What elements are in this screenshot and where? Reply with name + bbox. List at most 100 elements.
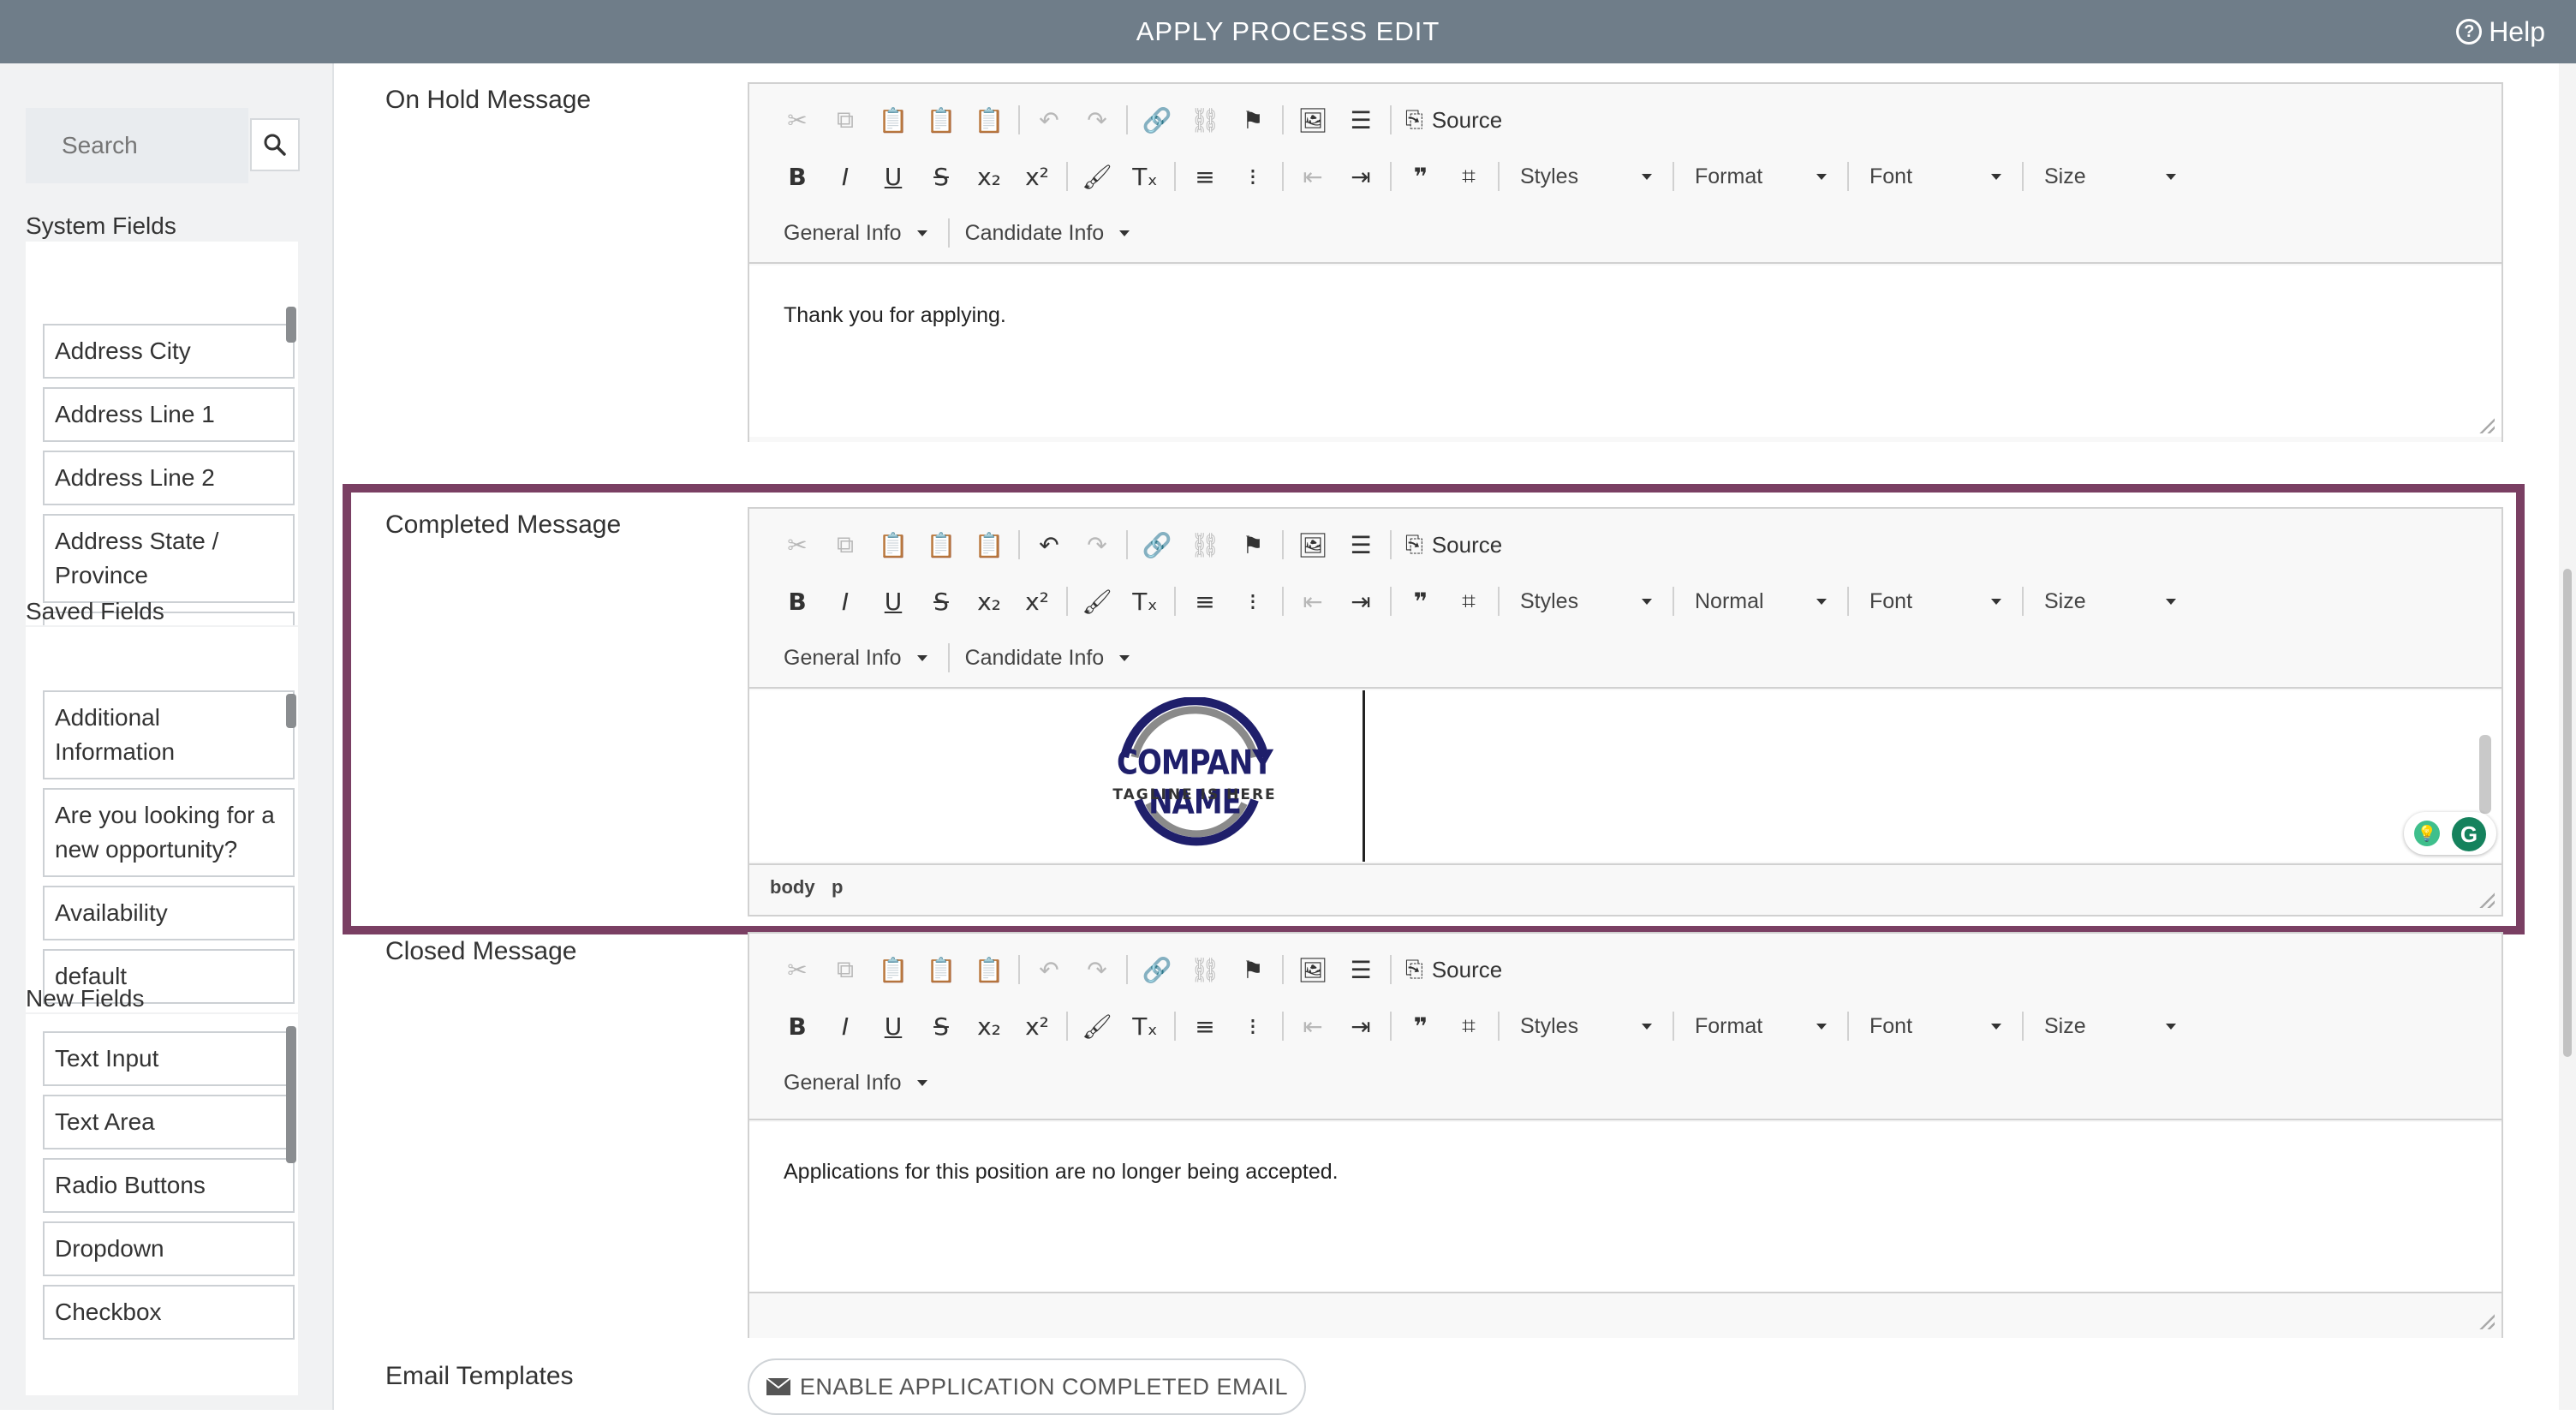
indent-icon[interactable]: ⇥	[1337, 155, 1385, 198]
styles-dropdown[interactable]: Styles	[1505, 1005, 1667, 1048]
copy-icon[interactable]: ⧉	[821, 948, 869, 991]
envelope-icon	[766, 1377, 791, 1395]
subscript-icon[interactable]: x₂	[965, 155, 1013, 198]
search-button[interactable]	[250, 118, 300, 171]
format-dropdown[interactable]: Format	[1679, 155, 1842, 198]
general-info-menu[interactable]: General Info	[773, 1061, 943, 1104]
field-item-address-state[interactable]: Address State / Province	[43, 514, 295, 603]
field-item-availability[interactable]: Availability	[43, 886, 295, 940]
unlink-icon[interactable]: ⛓	[1181, 948, 1229, 991]
field-item-radio-buttons[interactable]: Radio Buttons	[43, 1158, 295, 1213]
strikethrough-icon[interactable]: S	[917, 155, 965, 198]
italic-icon[interactable]: I	[821, 1005, 869, 1048]
subscript-icon[interactable]: x₂	[965, 1005, 1013, 1048]
field-item-text-input[interactable]: Text Input	[43, 1031, 295, 1086]
cut-icon[interactable]: ✂	[773, 99, 821, 141]
image-icon[interactable]: 🖼	[1289, 948, 1337, 991]
paste-text-icon[interactable]: 📋	[917, 948, 965, 991]
styles-dropdown[interactable]: Styles	[1505, 155, 1667, 198]
numbered-list-icon[interactable]: ≡	[1181, 1005, 1229, 1048]
link-icon[interactable]: 🔗	[1133, 948, 1181, 991]
anchor-flag-icon[interactable]: ⚑	[1229, 99, 1277, 141]
toolbar-row-clipboard: ✂ ⧉ 📋 📋 📋 ↶ ↷ 🔗 ⛓ ⚑ 🖼 ☰ ⎘ Source	[773, 948, 1511, 991]
format-dropdown[interactable]: Format	[1679, 1005, 1842, 1048]
redo-icon[interactable]: ↷	[1073, 948, 1121, 991]
source-button[interactable]: ⎘ Source	[1397, 956, 1511, 983]
editor-content[interactable]: Thank you for applying.	[749, 266, 2501, 437]
numbered-list-icon[interactable]: ≡	[1181, 155, 1229, 198]
on-hold-text: Thank you for applying.	[784, 303, 1006, 327]
underline-icon[interactable]: U	[869, 1005, 917, 1048]
saved-fields-scrollbar[interactable]	[286, 694, 296, 728]
page-scrollbar[interactable]	[2559, 63, 2576, 1410]
on-hold-label: On Hold Message	[385, 86, 592, 114]
blockquote-icon[interactable]: ❞	[1397, 1005, 1445, 1048]
source-label: Source	[1431, 956, 1503, 982]
field-item-new-opportunity[interactable]: Are you looking for a new opportunity?	[43, 788, 295, 877]
help-link[interactable]: ? Help	[2456, 0, 2545, 63]
search-input[interactable]	[26, 108, 248, 183]
size-dropdown[interactable]: Size	[2029, 155, 2191, 198]
paste-word-icon[interactable]: 📋	[965, 99, 1013, 141]
bold-icon[interactable]: B	[773, 1005, 821, 1048]
enable-completed-email-button[interactable]: ENABLE APPLICATION COMPLETED EMAIL	[748, 1358, 1306, 1415]
bulleted-list-icon[interactable]: ⁝	[1229, 155, 1277, 198]
horizontal-rule-icon[interactable]: ☰	[1337, 99, 1385, 141]
resize-grip-icon[interactable]	[2479, 418, 2495, 433]
new-fields-heading: New Fields	[26, 985, 145, 1012]
outdent-icon[interactable]: ⇤	[1289, 1005, 1337, 1048]
paste-text-icon[interactable]: 📋	[917, 99, 965, 141]
anchor-flag-icon[interactable]: ⚑	[1229, 948, 1277, 991]
system-fields-scrollbar[interactable]	[286, 307, 296, 343]
italic-icon[interactable]: I	[821, 155, 869, 198]
blockquote-icon[interactable]: ❞	[1397, 155, 1445, 198]
undo-icon[interactable]: ↶	[1025, 99, 1073, 141]
image-icon[interactable]: 🖼	[1289, 99, 1337, 141]
strikethrough-icon[interactable]: S	[917, 1005, 965, 1048]
indent-icon[interactable]: ⇥	[1337, 1005, 1385, 1048]
redo-icon[interactable]: ↷	[1073, 99, 1121, 141]
link-icon[interactable]: 🔗	[1133, 99, 1181, 141]
superscript-icon[interactable]: x²	[1013, 1005, 1061, 1048]
font-dropdown[interactable]: Font	[1854, 155, 2017, 198]
field-item-address-line-1[interactable]: Address Line 1	[43, 387, 295, 442]
remove-format-icon[interactable]: Tₓ	[1121, 1005, 1169, 1048]
bulleted-list-icon[interactable]: ⁝	[1229, 1005, 1277, 1048]
page-scroll-thumb[interactable]	[2563, 569, 2572, 1057]
paste-icon[interactable]: 📋	[869, 948, 917, 991]
system-fields-list: Address City Address Line 1 Address Line…	[26, 242, 298, 625]
copy-format-icon[interactable]: 🖌	[1073, 155, 1121, 198]
field-item-checkbox[interactable]: Checkbox	[43, 1285, 295, 1340]
source-button[interactable]: ⎘ Source	[1397, 106, 1511, 134]
copy-format-icon[interactable]: 🖌	[1073, 1005, 1121, 1048]
candidate-info-menu[interactable]: Candidate Info	[955, 212, 1146, 254]
toolbar-separator	[2022, 1012, 2024, 1041]
copy-icon[interactable]: ⧉	[821, 99, 869, 141]
cut-icon[interactable]: ✂	[773, 948, 821, 991]
bold-icon[interactable]: B	[773, 155, 821, 198]
unlink-icon[interactable]: ⛓	[1181, 99, 1229, 141]
resize-grip-icon[interactable]	[2479, 1314, 2495, 1329]
font-dropdown[interactable]: Font	[1854, 1005, 2017, 1048]
editor-content[interactable]: Applications for this position are no lo…	[749, 1122, 2501, 1293]
superscript-icon[interactable]: x²	[1013, 155, 1061, 198]
outdent-icon[interactable]: ⇤	[1289, 155, 1337, 198]
toolbar-separator	[1282, 955, 1284, 984]
underline-icon[interactable]: U	[869, 155, 917, 198]
field-item-address-line-2[interactable]: Address Line 2	[43, 451, 295, 505]
remove-format-icon[interactable]: Tₓ	[1121, 155, 1169, 198]
new-fields-scrollbar[interactable]	[286, 1026, 296, 1163]
field-item-additional-information[interactable]: Additional Information	[43, 690, 295, 779]
create-div-icon[interactable]: ⌗	[1445, 1005, 1493, 1048]
create-div-icon[interactable]: ⌗	[1445, 155, 1493, 198]
paste-icon[interactable]: 📋	[869, 99, 917, 141]
size-dropdown[interactable]: Size	[2029, 1005, 2191, 1048]
undo-icon[interactable]: ↶	[1025, 948, 1073, 991]
field-item-dropdown[interactable]: Dropdown	[43, 1221, 295, 1276]
paste-word-icon[interactable]: 📋	[965, 948, 1013, 991]
general-info-menu[interactable]: General Info	[773, 212, 943, 254]
toolbar-row-clipboard: ✂ ⧉ 📋 📋 📋 ↶ ↷ 🔗 ⛓ ⚑ 🖼 ☰ ⎘ Source	[773, 99, 1511, 141]
horizontal-rule-icon[interactable]: ☰	[1337, 948, 1385, 991]
field-item-text-area[interactable]: Text Area	[43, 1095, 295, 1149]
field-item-address-city[interactable]: Address City	[43, 324, 295, 379]
